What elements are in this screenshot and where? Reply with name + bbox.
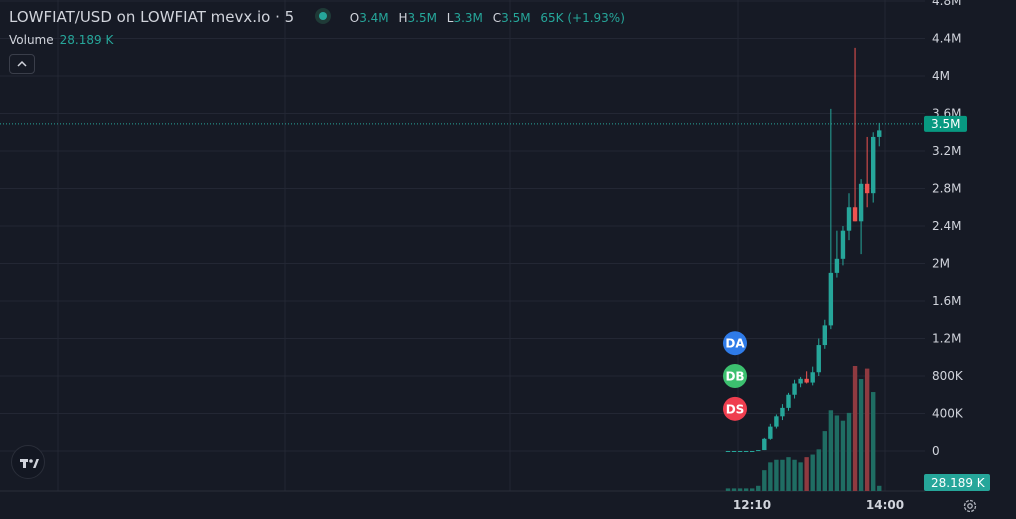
- candle-body: [750, 451, 755, 452]
- volume-bar: [774, 459, 779, 491]
- candlesticks: [725, 47, 882, 452]
- volume-bar: [762, 470, 767, 491]
- candle-body: [798, 378, 803, 384]
- candle-body: [737, 451, 743, 452]
- y-tick-label: 400K: [932, 407, 964, 421]
- symbol-title: LOWFIAT/USD on LOWFIAT mevx.io · 5: [9, 8, 295, 26]
- volume-bar: [780, 459, 785, 491]
- y-tick-label: 4.4M: [932, 32, 961, 46]
- candle-body: [816, 345, 821, 373]
- volume-bar: [822, 431, 827, 491]
- legend-volume-row: Volume 28.189 K: [9, 33, 113, 47]
- y-tick-label: 2M: [932, 257, 950, 271]
- y-tick-label: 3.2M: [932, 144, 961, 158]
- trade-marker-ds: DS: [723, 396, 747, 421]
- volume-bar: [852, 366, 858, 491]
- volume-bar: [804, 457, 809, 491]
- candle-body: [828, 272, 834, 326]
- volume-bar: [828, 410, 834, 491]
- y-tick-label: 0: [932, 444, 940, 458]
- close-value: 3.5M: [501, 11, 531, 25]
- candle-body: [762, 438, 767, 451]
- market-status-icon: [314, 8, 331, 24]
- open-value: 3.4M: [359, 11, 389, 25]
- low-value: 3.3M: [453, 11, 483, 25]
- candle-body: [774, 416, 779, 427]
- y-tick-label: 1.6M: [932, 294, 961, 308]
- candle-body: [846, 207, 852, 231]
- volume-bar: [846, 412, 852, 491]
- candle-body: [864, 183, 870, 194]
- trade-marker-label: DA: [725, 337, 745, 351]
- volume-bar: [798, 462, 803, 491]
- volume-bar: [743, 488, 749, 491]
- volume-bar: [792, 459, 797, 491]
- y-tick-label: 4M: [932, 69, 950, 83]
- candle-body: [822, 325, 827, 346]
- candle-body: [804, 378, 809, 383]
- trade-marker-label: DS: [726, 402, 745, 416]
- volume-bar: [840, 420, 846, 491]
- candle-body: [756, 450, 761, 452]
- volume-bar: [725, 488, 731, 491]
- y-tick-label: 2.8M: [932, 182, 961, 196]
- candle-body: [834, 258, 840, 273]
- price-chart[interactable]: 4.8M4.4M4M3.6M3.2M2.8M2.4M2M1.6M1.2M800K…: [0, 0, 1016, 519]
- legend-symbol-row: LOWFIAT/USD on LOWFIAT mevx.io · 5 O3.4M…: [9, 8, 625, 26]
- candle-body: [768, 426, 773, 439]
- settings-gear-icon[interactable]: [962, 498, 978, 514]
- candle-body: [840, 230, 846, 259]
- candle-body: [852, 207, 858, 222]
- change-value: 65K (+1.93%): [540, 11, 625, 25]
- close-label: C: [492, 11, 502, 25]
- volume-bar: [750, 488, 755, 491]
- ohlc-values: O3.4M H3.5M L3.3M C3.5M 65K (+1.93%): [350, 11, 625, 25]
- high-label: H: [398, 11, 408, 25]
- open-label: O: [349, 11, 360, 25]
- volume-bar: [816, 449, 821, 491]
- candle-body: [786, 394, 791, 408]
- grid-lines: [0, 0, 925, 492]
- x-tick-label: 14:00: [866, 498, 904, 512]
- collapse-legend-button[interactable]: [9, 54, 35, 74]
- y-tick-label: 2.4M: [932, 219, 961, 233]
- last-volume-label: 28.189 K: [931, 476, 986, 490]
- volume-bar: [810, 454, 815, 491]
- volume-bars: [725, 366, 882, 491]
- tradingview-logo[interactable]: [11, 445, 45, 479]
- chevron-up-icon: [17, 60, 27, 67]
- volume-bar: [871, 392, 876, 491]
- volume-bar: [768, 462, 773, 491]
- candle-body: [810, 372, 815, 383]
- volume-bar: [858, 379, 864, 491]
- volume-bar: [756, 485, 761, 491]
- volume-bar: [834, 415, 840, 491]
- last-price-label: 3.5M: [931, 117, 960, 131]
- y-tick-label: 1.2M: [932, 332, 961, 346]
- candle-body: [731, 451, 737, 452]
- candle-body: [780, 407, 785, 417]
- volume-bar: [731, 488, 737, 491]
- volume-bar: [877, 485, 882, 491]
- trade-marker-db: DB: [723, 364, 747, 388]
- volume-bar: [786, 457, 791, 491]
- y-tick-label: 4.8M: [932, 0, 961, 8]
- trade-marker-label: DB: [725, 370, 744, 384]
- candle-body: [858, 183, 864, 222]
- candle-body: [725, 451, 731, 452]
- candle-body: [877, 130, 882, 137]
- tradingview-logo-icon: [20, 459, 39, 468]
- x-tick-label: 12:10: [733, 498, 771, 512]
- trade-marker-da: DA: [723, 331, 747, 356]
- y-tick-label: 800K: [932, 369, 964, 383]
- candle-body: [743, 451, 749, 452]
- volume-bar: [864, 368, 870, 491]
- volume-label: Volume: [9, 33, 54, 47]
- candle-body: [792, 383, 797, 395]
- volume-bar: [737, 488, 743, 491]
- high-value: 3.5M: [407, 11, 437, 25]
- volume-value: 28.189 K: [59, 33, 114, 47]
- candle-body: [871, 136, 876, 194]
